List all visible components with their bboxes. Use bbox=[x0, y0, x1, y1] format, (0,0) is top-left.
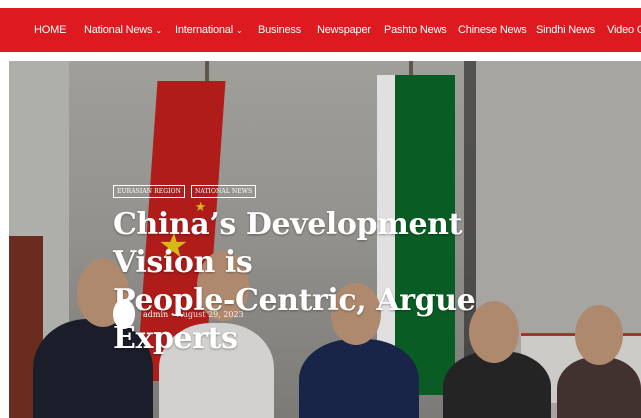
article-meta: admin • August 29, 2023 bbox=[113, 299, 244, 329]
nav-video-gallery-label: Video Ga bbox=[607, 24, 641, 36]
category-tags: EURASIAN REGION NATIONAL NEWS bbox=[113, 180, 262, 198]
nav-chinese-news[interactable]: Chinese News bbox=[458, 8, 527, 52]
nav-spacer bbox=[0, 52, 641, 61]
meta-separator: • bbox=[171, 309, 174, 319]
avatar[interactable] bbox=[113, 299, 135, 329]
category-eurasian-region[interactable]: EURASIAN REGION bbox=[113, 185, 185, 198]
nav-pashto-news-label: Pashto News bbox=[384, 24, 447, 36]
main-navigation: HOME National News ⌄ International ⌄ Busin… bbox=[0, 8, 641, 52]
nav-sindhi-news-label: Sindhi News bbox=[536, 24, 595, 36]
nav-international-label: International bbox=[175, 24, 233, 36]
author-name[interactable]: admin bbox=[143, 310, 168, 319]
nav-sindhi-news[interactable]: Sindhi News bbox=[536, 8, 595, 52]
nav-newspaper-label: Newspaper bbox=[317, 24, 371, 36]
nav-business[interactable]: Business bbox=[258, 8, 301, 52]
chevron-down-icon: ⌄ bbox=[235, 26, 243, 35]
nav-national-news[interactable]: National News ⌄ bbox=[84, 8, 162, 52]
nav-business-label: Business bbox=[258, 24, 302, 36]
top-strip bbox=[0, 0, 641, 8]
publish-date: August 29, 2023 bbox=[177, 309, 244, 319]
category-national-news[interactable]: NATIONAL NEWS bbox=[191, 185, 257, 198]
article-title[interactable]: China’s Development Vision is People-Cen… bbox=[113, 206, 553, 358]
nav-international[interactable]: International ⌄ bbox=[175, 8, 243, 52]
nav-chinese-news-label: Chinese News bbox=[458, 24, 527, 36]
nav-home[interactable]: HOME bbox=[34, 8, 66, 52]
article-title-line1: China’s Development Vision is bbox=[113, 207, 463, 280]
chevron-down-icon: ⌄ bbox=[155, 26, 162, 35]
nav-newspaper[interactable]: Newspaper bbox=[317, 8, 371, 52]
nav-video-gallery[interactable]: Video Ga bbox=[607, 8, 641, 52]
nav-pashto-news[interactable]: Pashto News bbox=[384, 8, 447, 52]
nav-national-news-label: National News bbox=[84, 24, 153, 36]
nav-home-label: HOME bbox=[34, 24, 67, 36]
